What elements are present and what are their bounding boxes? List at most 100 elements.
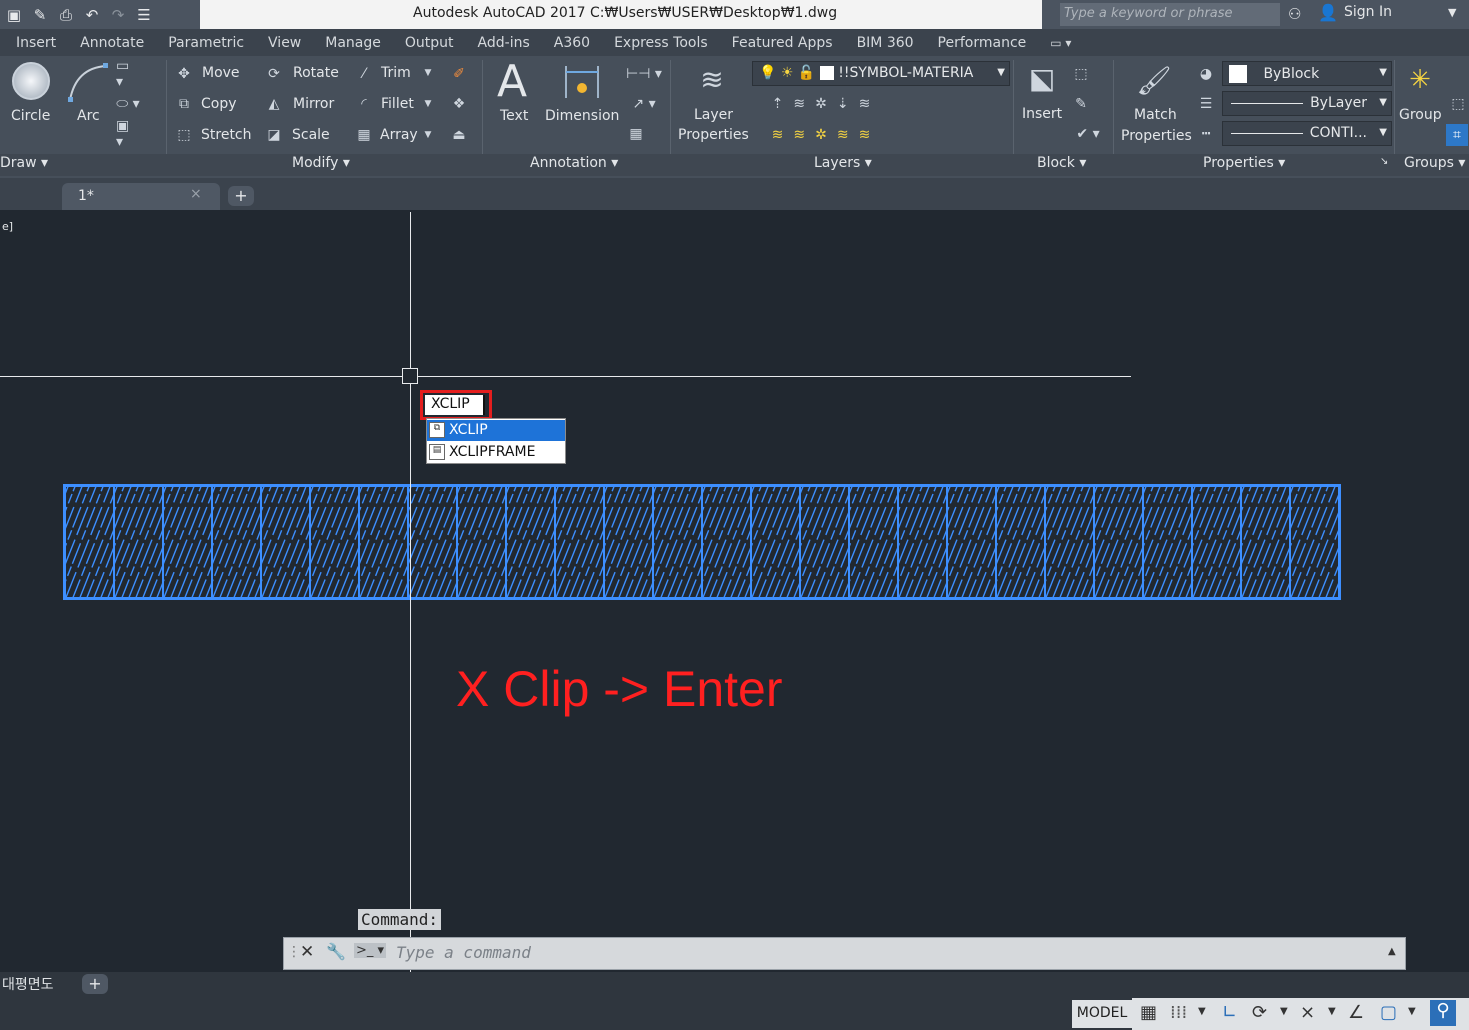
chevron-down-icon[interactable]: ▼ [422, 66, 434, 80]
annotation-scale-icon[interactable]: ⚲ [1430, 1000, 1456, 1026]
autocomplete-item[interactable]: ⧉ XCLIP [427, 420, 565, 441]
mirror-button[interactable]: Mirror [293, 96, 334, 112]
tab-annotate[interactable]: Annotate [68, 35, 156, 51]
chevron-down-icon[interactable]: ▼ [1448, 6, 1456, 19]
properties-launcher-icon[interactable]: ↘ [1380, 156, 1388, 167]
chevron-down-icon[interactable]: ▼ [1408, 1006, 1416, 1017]
hatch-cell[interactable] [303, 484, 510, 600]
offset-icon[interactable]: ⏏ [448, 125, 470, 145]
edit-block-icon[interactable]: ✎ [1070, 94, 1092, 114]
group-selection-icon[interactable]: ⌗ [1446, 124, 1468, 146]
tab-view[interactable]: View [256, 35, 313, 51]
tab-addins[interactable]: Add-ins [466, 35, 542, 51]
expand-history-icon[interactable]: ▲ [1388, 946, 1396, 957]
annotation-panel-label[interactable]: Annotation ▾ [530, 155, 618, 171]
undo-icon[interactable]: ↶ [82, 6, 102, 24]
polar-icon[interactable]: ⟳ [1252, 1002, 1267, 1023]
object-snap-tracking-icon[interactable]: ∠ [1348, 1002, 1364, 1023]
object-snap-icon[interactable]: ▢ [1380, 1002, 1397, 1023]
create-block-icon[interactable]: ⬚ [1070, 64, 1092, 84]
rotate-button[interactable]: Rotate [293, 65, 339, 81]
layer-properties-label-1[interactable]: Layer [694, 107, 733, 123]
linear-dim-icon[interactable]: ⊢⊣ ▾ [624, 64, 664, 84]
user-icon[interactable]: 👤 [1318, 3, 1338, 22]
hatch-cell[interactable] [1087, 484, 1294, 600]
ungroup-icon[interactable]: ⬚ [1448, 94, 1468, 114]
grid-icon[interactable]: ▦ [1140, 1002, 1157, 1023]
dimension-button[interactable]: Dimension [545, 108, 619, 124]
tab-parametric[interactable]: Parametric [156, 35, 256, 51]
match-properties-label-1[interactable]: Match [1134, 107, 1177, 123]
file-tab[interactable]: 1* × [62, 183, 220, 210]
hatch-cell[interactable] [891, 484, 1098, 600]
hatch-cell[interactable] [548, 484, 755, 600]
modify-panel-label[interactable]: Modify ▾ [292, 155, 350, 171]
hatch-cell[interactable] [499, 484, 706, 600]
ortho-icon[interactable]: ∟ [1222, 1002, 1237, 1023]
autocomplete-item[interactable]: ▤ XCLIPFRAME [427, 442, 565, 463]
move-button[interactable]: Move [202, 65, 240, 81]
hatch-cell[interactable] [744, 484, 951, 600]
layer-properties-icon[interactable]: ≋ [692, 60, 732, 98]
close-icon[interactable]: ✕ [300, 942, 314, 962]
customize-icon[interactable]: 🔧 [326, 942, 346, 961]
fillet-button[interactable]: Fillet [381, 96, 414, 112]
hatch-cell[interactable] [842, 484, 1049, 600]
hatch-cell[interactable] [793, 484, 1000, 600]
hatched-block[interactable] [63, 484, 1341, 600]
hatch-cell[interactable] [450, 484, 657, 600]
hatch-cell[interactable] [940, 484, 1147, 600]
tab-featured-apps[interactable]: Featured Apps [720, 35, 845, 51]
ribbon-options-icon[interactable]: ▭ ▾ [1038, 36, 1083, 50]
group-icon[interactable]: ✳ [1400, 60, 1440, 100]
lineweight-dropdown[interactable]: ByLayer ▼ [1222, 91, 1392, 116]
add-layout-button[interactable]: + [82, 974, 108, 994]
save-icon[interactable]: ▣ [4, 6, 24, 24]
groups-panel-label[interactable]: Groups ▾ [1404, 155, 1465, 171]
leader-icon[interactable]: ↗ ▾ [624, 94, 664, 114]
copy-button[interactable]: Copy [201, 96, 237, 112]
scale-button[interactable]: Scale [292, 127, 330, 143]
chevron-down-icon[interactable]: ▼ [422, 97, 434, 111]
save-as-icon[interactable]: ✎ [30, 6, 50, 24]
insert-block-icon[interactable]: ⬕ [1022, 60, 1062, 96]
viewport-controls[interactable]: e] [2, 220, 13, 233]
tab-express-tools[interactable]: Express Tools [602, 35, 720, 51]
redo-icon[interactable]: ↷ [108, 6, 128, 24]
hatch-cell[interactable] [107, 484, 314, 600]
new-tab-button[interactable]: + [228, 186, 254, 206]
layer-properties-label-2[interactable]: Properties [678, 127, 749, 143]
layers-panel-label[interactable]: Layers ▾ [814, 155, 872, 171]
layout-tab[interactable]: 대평면도 [2, 974, 54, 994]
tab-bim360[interactable]: BIM 360 [845, 35, 926, 51]
group-button[interactable]: Group [1399, 107, 1442, 123]
tab-a360[interactable]: A360 [542, 35, 602, 51]
hatch-cell[interactable] [597, 484, 804, 600]
chevron-down-icon[interactable]: ▼ [1328, 1006, 1336, 1017]
color-dropdown[interactable]: ByBlock ▼ [1222, 61, 1392, 86]
tab-performance[interactable]: Performance [926, 35, 1039, 51]
close-icon[interactable]: × [190, 186, 202, 202]
tab-output[interactable]: Output [393, 35, 466, 51]
match-properties-label-2[interactable]: Properties [1121, 128, 1192, 144]
qat-menu-icon[interactable]: ☰ [134, 6, 154, 24]
hatch-cell[interactable] [156, 484, 363, 600]
layer-tools-row-1-icon[interactable]: ⇡≋✲⇣≋ [756, 94, 896, 114]
circle-icon[interactable] [12, 62, 50, 100]
table-icon[interactable]: ▦ [624, 124, 648, 144]
drawing-area[interactable]: e] XCLIP ⧉ XCLIP ▤ XCLIPFRAME X Clip -> … [0, 210, 1469, 972]
hatch-cell[interactable] [352, 484, 559, 600]
hatch-cell[interactable] [695, 484, 902, 600]
layer-dropdown[interactable]: 💡 ☀ 🔓 !!SYMBOL-MATERIA ▼ [752, 61, 1010, 86]
properties-panel-label[interactable]: Properties ▾ [1203, 155, 1285, 171]
chevron-down-icon[interactable]: ▼ [422, 128, 434, 142]
trim-button[interactable]: Trim [381, 65, 411, 81]
hatch-icon[interactable]: ⬭ ▾ [116, 94, 140, 114]
dimension-icon[interactable] [562, 62, 602, 102]
insert-button[interactable]: Insert [1022, 106, 1062, 122]
binoculars-icon[interactable]: ⚇ [1288, 5, 1301, 23]
grip-handle[interactable]: ⋮ [287, 944, 301, 960]
draw-panel-label[interactable]: Draw ▾ [0, 155, 48, 171]
array-button[interactable]: Array [380, 127, 418, 143]
text-icon[interactable]: A [497, 56, 527, 107]
